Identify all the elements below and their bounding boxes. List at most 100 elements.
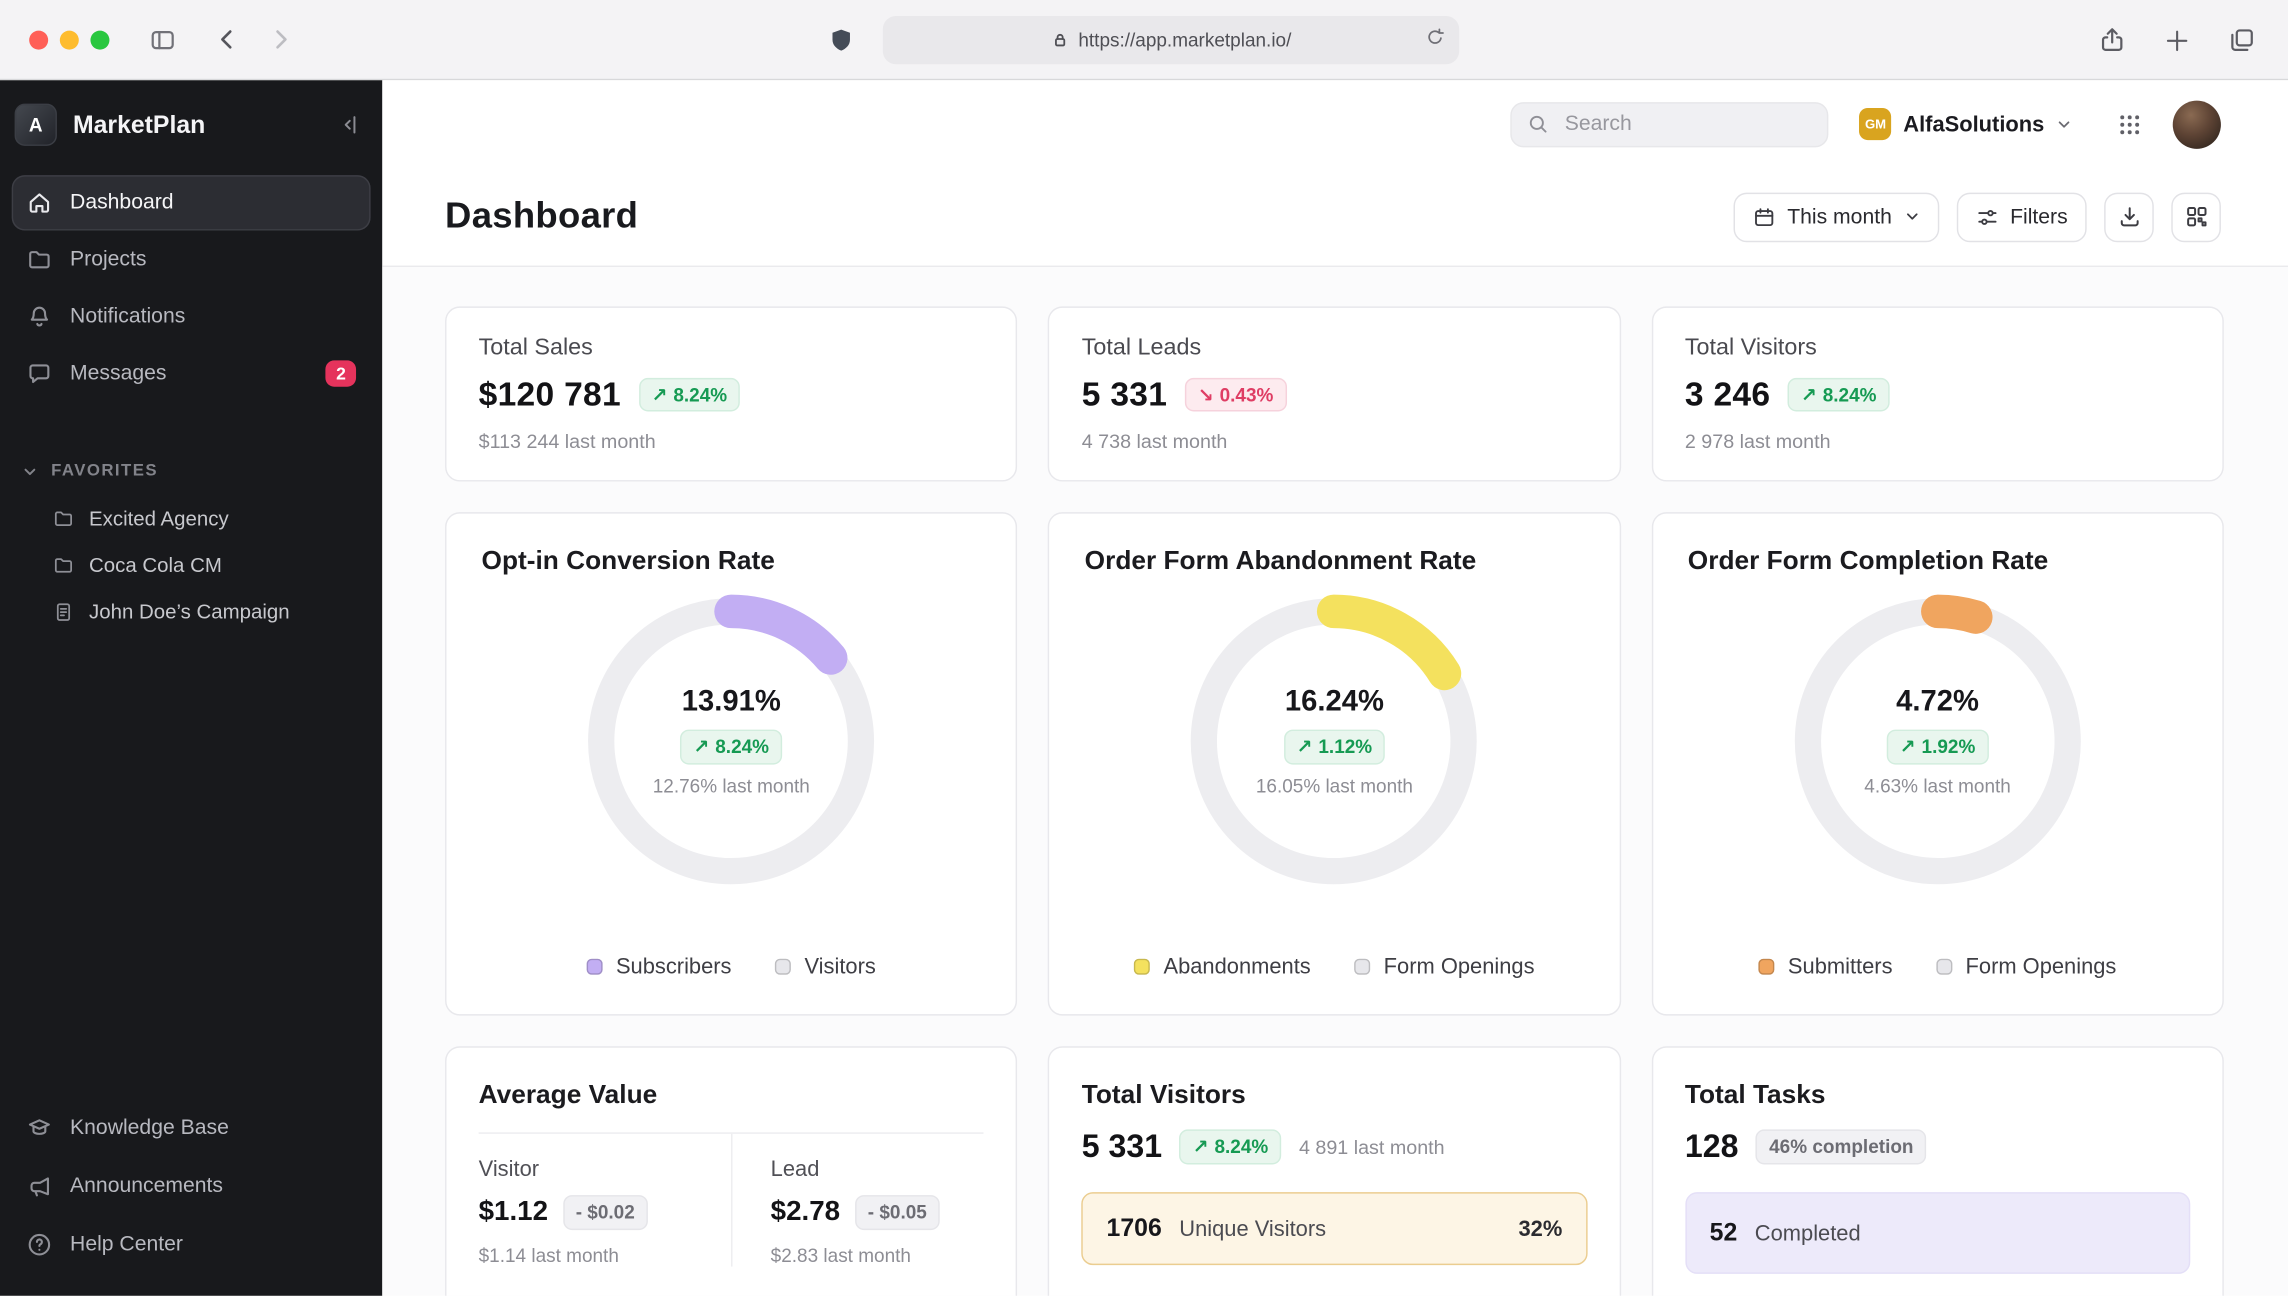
sidebar-item-notifications[interactable]: Notifications (12, 289, 371, 344)
card-title: Order Form Completion Rate (1687, 545, 2049, 575)
favorite-item-excited-agency[interactable]: Excited Agency (12, 496, 371, 540)
back-icon[interactable] (215, 26, 241, 52)
search-input[interactable] (1561, 110, 1813, 138)
browser-chrome: https://app.marketplan.io/ (0, 0, 2288, 81)
favorite-item-john-does-campaign[interactable]: John Doe’s Campaign (12, 590, 371, 634)
donut-subtext: 12.76% last month (652, 774, 810, 797)
chat-icon (26, 360, 52, 386)
app-topbar: GM AlfaSolutions (382, 80, 2288, 168)
favorite-item-coca-cola-cm[interactable]: Coca Cola CM (12, 543, 371, 587)
period-select-button[interactable]: This month (1733, 191, 1939, 242)
change-badge: ↗ 1.92% (1886, 729, 1989, 765)
card-title: Opt-in Conversion Rate (481, 545, 775, 575)
share-icon[interactable] (2098, 26, 2126, 54)
change-value: 1.92% (1921, 735, 1976, 758)
filters-icon (1975, 205, 1998, 228)
calendar-icon (1752, 205, 1775, 228)
url-text: https://app.marketplan.io/ (1078, 29, 1292, 52)
donut-card-opt-in-conversion: Opt-in Conversion Rate 13.91% ↗ 8.24% 12… (445, 512, 1018, 1016)
messages-badge: 2 (325, 360, 357, 387)
sidebar-item-label: Help Center (70, 1233, 183, 1257)
average-value-visitor: Visitor $1.12 - $0.02 $1.14 last month (479, 1134, 732, 1266)
favorite-item-label: John Doe’s Campaign (89, 599, 290, 624)
change-badge: ↘ 0.43% (1184, 377, 1287, 412)
browser-sidebar-toggle-icon[interactable] (149, 26, 177, 54)
legend-swatch (1134, 958, 1151, 975)
legend-item: Form Openings (1936, 954, 2116, 979)
legend-swatch (1936, 958, 1953, 975)
stats-row: Total Sales $120 781 ↗ 8.24% $113 244 la… (445, 306, 2224, 482)
sidebar-item-knowledge-base[interactable]: Knowledge Base (12, 1100, 371, 1155)
apps-grid-icon[interactable] (2117, 112, 2142, 137)
legend-item: Submitters (1758, 954, 1893, 979)
completed-tasks-row: 52 Completed (1684, 1192, 2191, 1274)
metric-label: Visitor (478, 1157, 540, 1182)
trend-up-icon: ↗ (1800, 383, 1817, 406)
main-area: GM AlfaSolutions Dashboard This month (382, 80, 2288, 1296)
tabs-overview-icon[interactable] (2228, 26, 2256, 54)
legend-label: Visitors (804, 954, 876, 980)
donut-chart: 13.91% ↗ 8.24% 12.76% last month (582, 592, 880, 890)
metric-subtext: $2.83 last month (770, 1244, 911, 1266)
workspace-selector[interactable]: GM AlfaSolutions (1859, 107, 2072, 141)
stat-subtext: $113 244 last month (478, 430, 656, 453)
stat-value: 5 331 (1081, 375, 1168, 413)
widgets-grid-icon (2184, 204, 2209, 229)
chart-legend: Submitters Form Openings (1688, 954, 2188, 982)
donut-card-completion-rate: Order Form Completion Rate 4.72% ↗ 1.92% (1651, 512, 2224, 1016)
sidebar-item-announcements[interactable]: Announcements (12, 1159, 371, 1214)
brand-logo: A (14, 103, 57, 146)
sidebar-item-label: Messages (70, 361, 167, 386)
filters-button[interactable]: Filters (1956, 191, 2087, 242)
address-bar[interactable]: https://app.marketplan.io/ (882, 16, 1460, 65)
favorites-list: Excited Agency Coca Cola CM John Doe’s C… (0, 496, 382, 633)
widgets-button[interactable] (2171, 191, 2221, 242)
donut-value: 13.91% (681, 686, 781, 719)
sidebar-item-label: Notifications (70, 304, 186, 329)
chevron-down-icon (1904, 209, 1920, 225)
new-tab-icon[interactable] (2164, 27, 2190, 53)
zoom-window-button[interactable] (90, 29, 110, 49)
shield-extension-icon[interactable] (827, 25, 855, 56)
stat-card-total-leads: Total Leads 5 331 ↘ 0.43% 4 738 last mon… (1048, 306, 1621, 482)
favorites-header[interactable]: FAVORITES (0, 463, 382, 480)
app-sidebar: A MarketPlan Dashboard Projects Notifica… (0, 80, 383, 1296)
minimize-window-button[interactable] (59, 29, 79, 49)
card-title: Average Value (478, 1079, 658, 1109)
change-value: 0.43% (1219, 383, 1274, 406)
sidebar-item-projects[interactable]: Projects (12, 232, 371, 287)
sidebar-item-help-center[interactable]: Help Center (12, 1217, 371, 1272)
brand-name: MarketPlan (72, 110, 206, 138)
metric-subtext: 4 891 last month (1298, 1135, 1445, 1158)
sidebar-footer: Knowledge Base Announcements Help Center (0, 1100, 382, 1296)
metric-value: $1.12 (478, 1196, 548, 1227)
card-title: Order Form Abandonment Rate (1084, 545, 1477, 575)
forward-icon[interactable] (267, 26, 293, 52)
sidebar-item-label: Dashboard (70, 191, 174, 215)
megaphone-icon (26, 1173, 52, 1199)
legend-label: Subscribers (615, 954, 732, 980)
chart-legend: Abandonments Form Openings (1085, 954, 1585, 982)
download-button[interactable] (2104, 191, 2154, 242)
donut-chart: 4.72% ↗ 1.92% 4.63% last month (1789, 592, 2087, 890)
folder-icon (53, 554, 75, 576)
avatar[interactable] (2172, 99, 2221, 149)
reload-icon[interactable] (1424, 26, 1446, 48)
card-title: Total Visitors (1081, 1079, 1246, 1109)
chart-legend: Subscribers Visitors (482, 954, 982, 982)
dashboard-content: Total Sales $120 781 ↗ 8.24% $113 244 la… (382, 267, 2288, 1296)
donut-card-abandonment-rate: Order Form Abandonment Rate 16.24% ↗ 1.1… (1048, 512, 1621, 1016)
search-box[interactable] (1510, 101, 1829, 147)
trend-up-icon: ↗ (1192, 1135, 1209, 1158)
stat-value: 3 246 (1684, 375, 1771, 413)
sidebar-item-messages[interactable]: Messages 2 (12, 346, 371, 401)
donut-subtext: 16.05% last month (1255, 774, 1413, 797)
total-tasks-card: Total Tasks 128 46% completion 52 Comple… (1651, 1046, 2224, 1296)
trend-up-icon: ↗ (693, 735, 710, 758)
sidebar-item-dashboard[interactable]: Dashboard (11, 175, 371, 231)
collapse-sidebar-icon[interactable] (337, 112, 362, 137)
folder-icon (26, 247, 52, 273)
donut-subtext: 4.63% last month (1864, 774, 2011, 797)
close-window-button[interactable] (29, 29, 49, 49)
stat-value: $120 781 (478, 375, 621, 413)
